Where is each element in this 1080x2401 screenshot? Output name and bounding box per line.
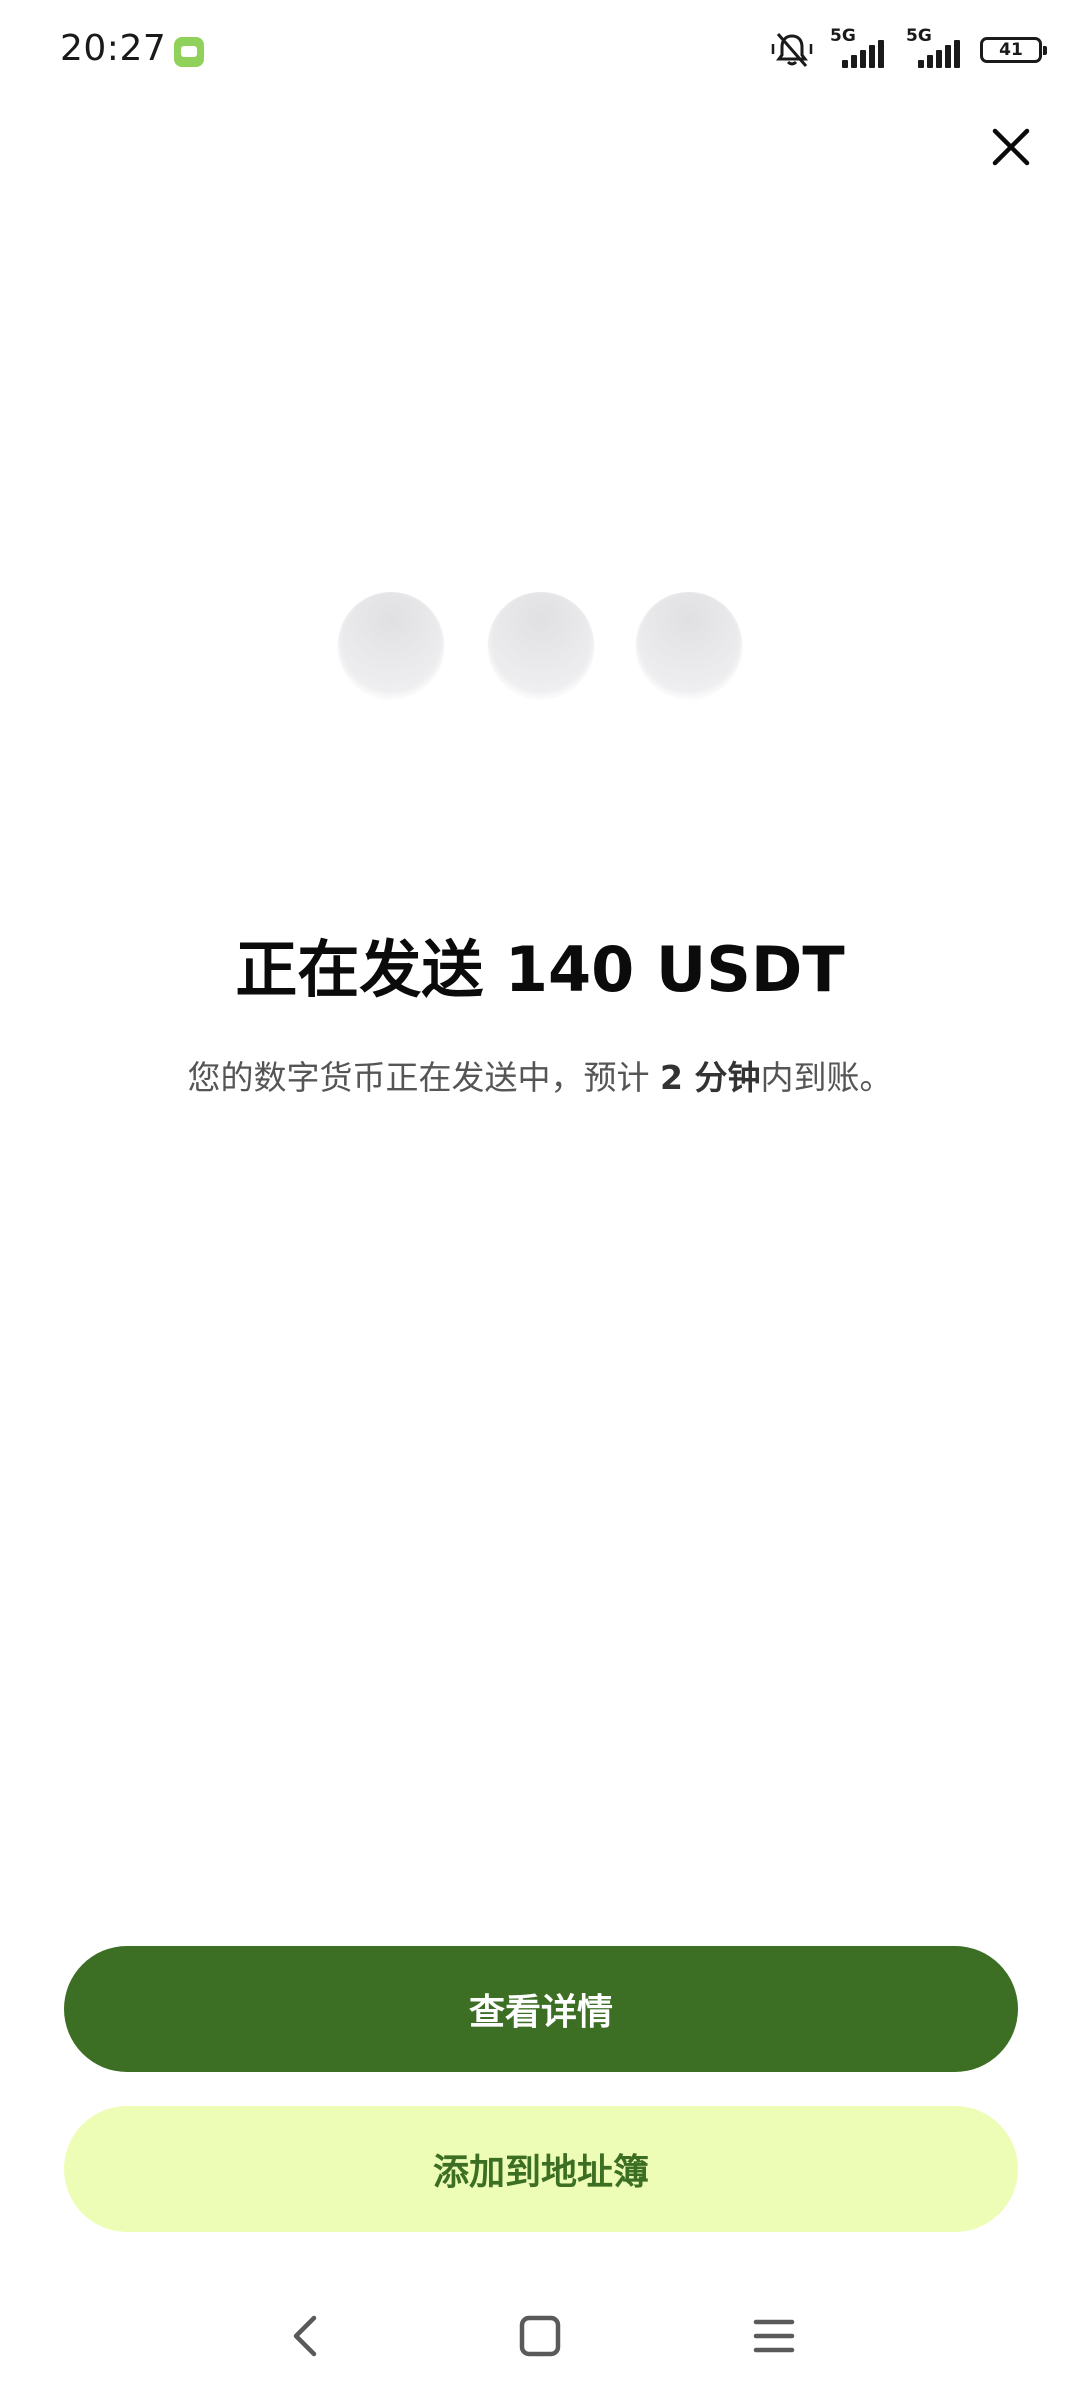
battery-icon: 41: [980, 37, 1047, 63]
page-title: 正在发送 140 USDT: [235, 933, 845, 1006]
mute-icon: [770, 30, 814, 70]
navigation-bar: [0, 2296, 1080, 2401]
loading-dot: [338, 592, 444, 698]
close-icon: [992, 128, 1030, 166]
subtitle-prefix: 您的数字货币正在发送中，预计: [187, 1058, 661, 1097]
menu-icon: [753, 2319, 795, 2353]
loading-indicator: [338, 592, 746, 700]
home-icon: [519, 2315, 561, 2357]
status-message: 您的数字货币正在发送中，预计 2 分钟内到账。: [0, 1052, 1080, 1104]
loading-dot: [636, 592, 742, 698]
menu-button[interactable]: [734, 2296, 814, 2376]
view-details-button[interactable]: 查看详情: [64, 1946, 1018, 2072]
home-button[interactable]: [500, 2296, 580, 2376]
back-button[interactable]: [266, 2296, 346, 2376]
status-time: 20:27: [60, 28, 167, 69]
back-icon: [293, 2315, 317, 2357]
arrival-time: 2 分钟: [660, 1058, 761, 1097]
close-button[interactable]: [976, 112, 1046, 182]
screen: 20:27 5G 5G 41 正在发送 140 USDT 您的数字货币正在发送中…: [0, 0, 1080, 2401]
add-to-address-book-button[interactable]: 添加到地址簿: [64, 2106, 1018, 2232]
status-bar: 20:27 5G 5G 41: [0, 0, 1080, 100]
subtitle-suffix: 内到账。: [760, 1058, 893, 1097]
status-icons: 5G 5G 41: [770, 26, 1047, 72]
message-icon: [174, 37, 204, 67]
battery-level: 41: [999, 40, 1023, 60]
loading-dot: [488, 592, 594, 698]
signal-icon: 5G: [828, 26, 890, 70]
signal-icon-2: 5G: [904, 26, 966, 70]
